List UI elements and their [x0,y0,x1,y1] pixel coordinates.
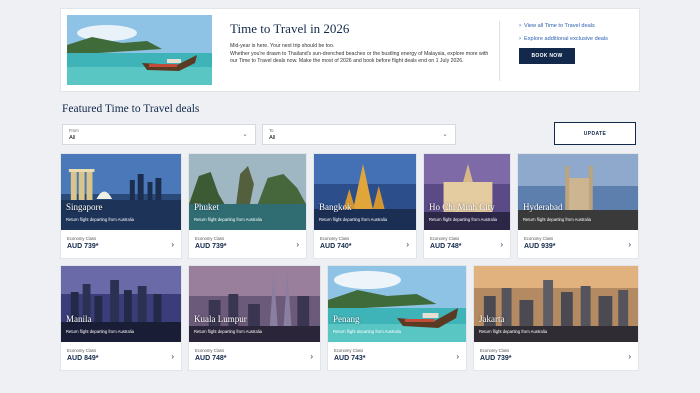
chevron-right-icon: › [456,352,459,361]
to-select-label: To [269,128,274,133]
deal-price: AUD 739* [67,243,99,250]
deal-card-jakarta[interactable]: Jakarta Return flight departing from Aus… [473,265,639,371]
to-select[interactable]: To All ⌄ [262,124,456,145]
chevron-right-icon: › [296,240,299,249]
to-select-value: All [269,135,276,141]
deal-subtitle: Return flight departing from Australia [319,217,387,222]
deal-card-kuala-lumpur[interactable]: Kuala Lumpur Return flight departing fro… [188,265,321,371]
hero-image-longtail-boat [67,15,212,85]
hero-divider [499,21,500,81]
view-all-deals-label: View all Time to Travel deals [524,23,595,29]
chevron-down-icon: ⌄ [442,131,448,138]
deal-price: AUD 849* [67,355,99,362]
deal-card-penang[interactable]: Penang Return flight departing from Aust… [327,265,467,371]
deal-subtitle: Return flight departing from Australia [194,217,262,222]
deal-city: Hyderabad [523,202,563,212]
deal-subtitle: Return flight departing from Australia [194,329,262,334]
hero-description-line-2: Whether you're drawn to Thailand's sun-d… [230,50,489,65]
chevron-right-icon: › [171,240,174,249]
deal-subtitle: Return flight departing from Australia [66,329,134,334]
book-now-button[interactable]: BOOK NOW [519,48,575,64]
chevron-right-icon: › [519,36,521,42]
deal-subtitle: Return flight departing from Australia [333,329,401,334]
deal-city: Ho Chi Minh City [429,202,495,212]
chevron-right-icon: › [171,352,174,361]
deal-subtitle: Return flight departing from Australia [66,217,134,222]
deal-city: Singapore [66,202,103,212]
deal-price: AUD 743* [334,355,366,362]
deal-city: Penang [333,314,360,324]
view-all-deals-link[interactable]: › View all Time to Travel deals [519,23,608,29]
deal-city: Jakarta [479,314,505,324]
hero-description: Mid-year is here. Your next trip should … [230,43,490,66]
chevron-down-icon: ⌄ [242,131,248,138]
section-title: Featured Time to Travel deals [62,103,200,115]
deal-class: Economy Class [67,236,97,241]
deal-card-phuket[interactable]: Phuket Return flight departing from Aust… [188,153,307,259]
explore-exclusive-deals-label: Explore additional exclusive deals [524,36,608,42]
deal-price: AUD 748* [430,243,462,250]
deal-subtitle: Return flight departing from Australia [523,217,591,222]
deal-price: AUD 739* [480,355,512,362]
chevron-right-icon: › [310,352,313,361]
deal-class: Economy Class [480,348,510,353]
deal-class: Economy Class [334,348,364,353]
update-button[interactable]: UPDATE [554,122,636,145]
chevron-right-icon: › [628,352,631,361]
deal-city: Phuket [194,202,220,212]
deal-card-hyderabad[interactable]: Hyderabad Return flight departing from A… [517,153,639,259]
hero-banner: Time to Travel in 2026 Mid-year is here.… [60,8,640,92]
hero-description-line-1: Mid-year is here. Your next trip should … [230,43,335,49]
deal-class: Economy Class [320,236,350,241]
deal-city: Manila [66,314,92,324]
from-select[interactable]: From All ⌄ [62,124,256,145]
chevron-right-icon: › [500,240,503,249]
deal-class: Economy Class [195,236,225,241]
deal-price: AUD 939* [524,243,556,250]
chevron-right-icon: › [628,240,631,249]
deal-subtitle: Return flight departing from Australia [479,329,547,334]
deal-class: Economy Class [195,348,225,353]
hero-title: Time to Travel in 2026 [230,21,350,36]
deal-card-singapore[interactable]: Singapore Return flight departing from A… [60,153,182,259]
from-select-label: From [69,128,79,133]
deal-price: AUD 739* [195,243,227,250]
deal-class: Economy Class [430,236,460,241]
deal-price: AUD 740* [320,243,352,250]
chevron-right-icon: › [519,23,521,29]
from-select-value: All [69,135,76,141]
deal-price: AUD 748* [195,355,227,362]
chevron-right-icon: › [406,240,409,249]
explore-exclusive-deals-link[interactable]: › Explore additional exclusive deals [519,36,608,42]
hero-links: › View all Time to Travel deals › Explor… [519,23,608,49]
deal-card-bangkok[interactable]: Bangkok Return flight departing from Aus… [313,153,417,259]
deal-card-ho-chi-minh-city[interactable]: Ho Chi Minh City Return flight departing… [423,153,511,259]
deal-class: Economy Class [524,236,554,241]
deal-city: Kuala Lumpur [194,314,247,324]
deal-city: Bangkok [319,202,352,212]
deal-card-manila[interactable]: Manila Return flight departing from Aust… [60,265,182,371]
deal-subtitle: Return flight departing from Australia [429,217,497,222]
deal-class: Economy Class [67,348,97,353]
